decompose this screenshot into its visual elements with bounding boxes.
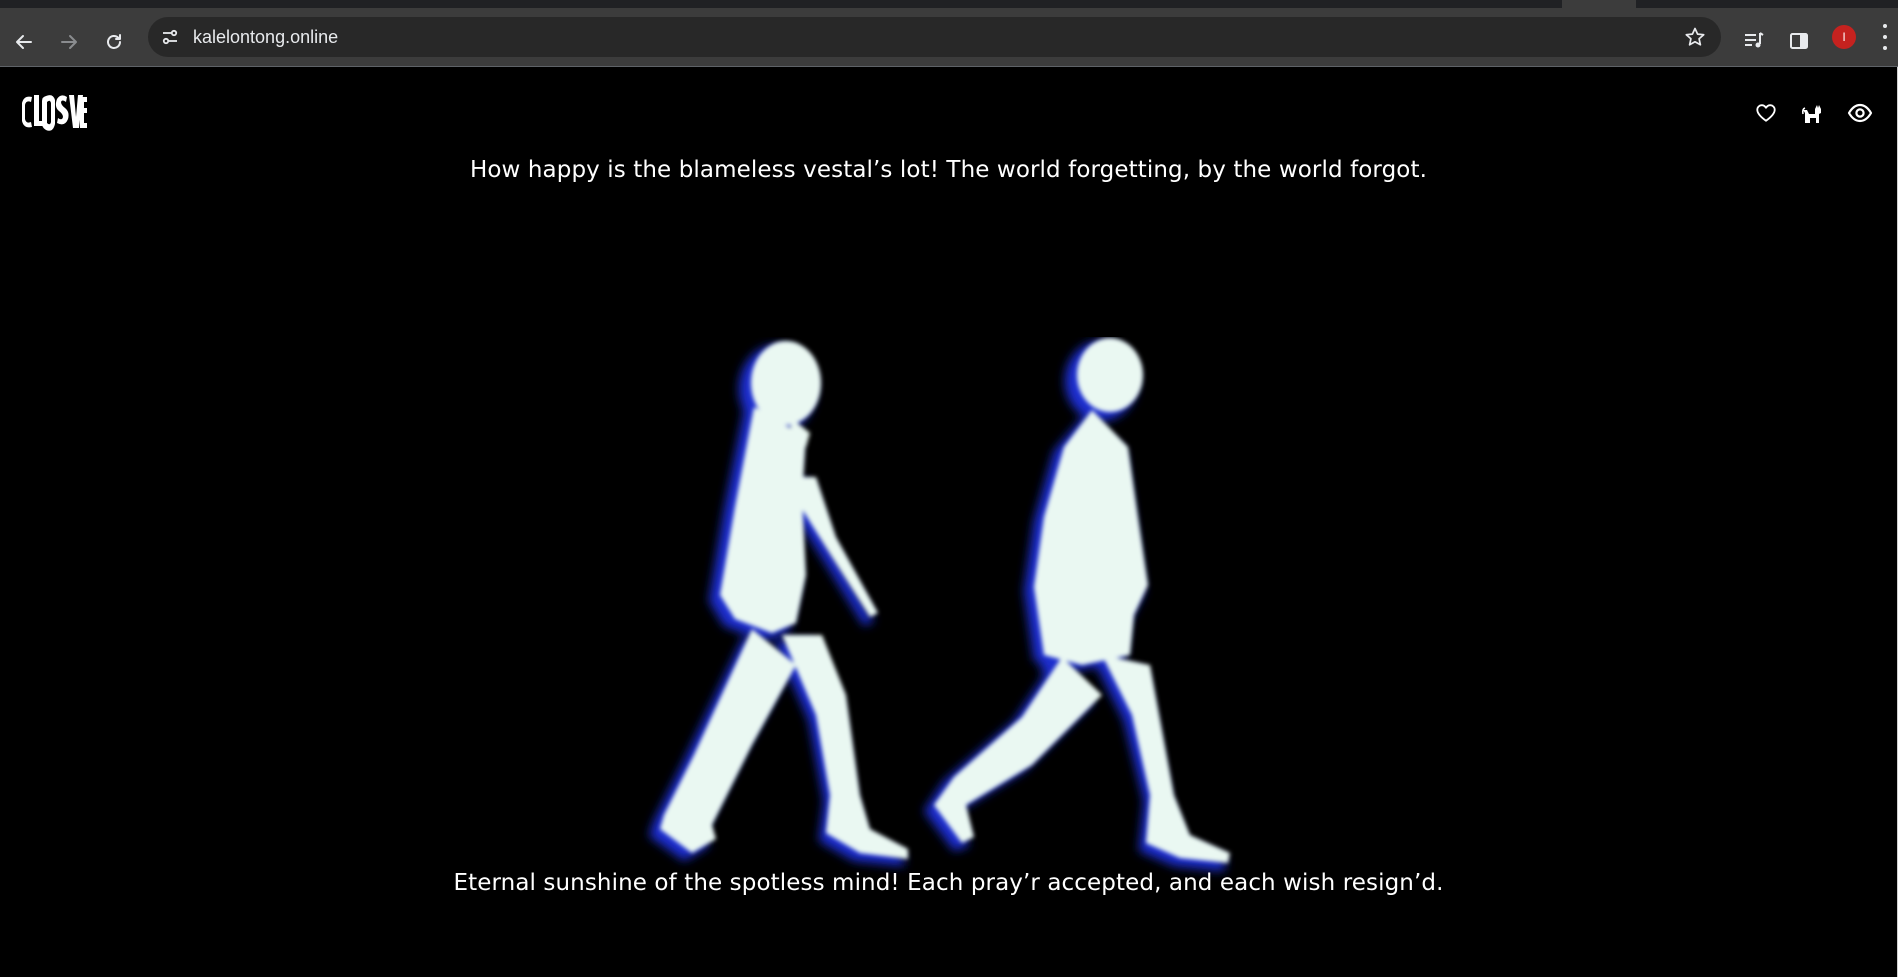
browser-menu-button[interactable] — [1880, 24, 1890, 50]
favorites-button[interactable] — [1752, 99, 1780, 127]
site-logo[interactable] — [20, 91, 88, 137]
quote-bottom: Eternal sunshine of the spotless mind! E… — [453, 870, 1444, 896]
heart-icon — [1756, 104, 1776, 122]
star-icon — [1685, 27, 1705, 46]
cat-button[interactable] — [1799, 99, 1827, 127]
active-tab-edge[interactable] — [1562, 0, 1636, 8]
reload-icon — [107, 34, 121, 49]
reload-button[interactable] — [94, 22, 134, 62]
kebab-dot — [1883, 35, 1887, 39]
closure-logo-icon — [22, 95, 87, 131]
browser-toolbar: kalelontong.online — [0, 8, 1898, 66]
arrow-left-icon — [16, 35, 32, 49]
kebab-menu-icon — [1883, 24, 1887, 28]
profile-avatar[interactable]: I — [1832, 25, 1856, 49]
quote-top: How happy is the blameless vestal’s lot!… — [469, 157, 1427, 183]
bookmark-button[interactable] — [1683, 25, 1707, 49]
tab-strip — [0, 0, 1898, 8]
url-text[interactable]: kalelontong.online — [193, 27, 338, 47]
back-button[interactable] — [4, 22, 44, 62]
woman-silhouette — [649, 341, 908, 866]
silhouettes-illustration — [649, 338, 1230, 871]
man-silhouette — [924, 338, 1230, 871]
site-info-button[interactable] — [158, 25, 182, 49]
cat-icon — [1801, 105, 1821, 123]
view-button[interactable] — [1846, 99, 1874, 127]
side-panel-icon — [1790, 33, 1808, 49]
forward-button[interactable] — [49, 22, 89, 62]
media-controls-button[interactable] — [1739, 26, 1769, 56]
kebab-dot — [1883, 46, 1887, 50]
side-panel-button[interactable] — [1784, 26, 1814, 56]
browser-chrome: kalelontong.online I — [0, 0, 1898, 67]
address-bar[interactable]: kalelontong.online — [148, 17, 1721, 57]
tune-icon — [162, 29, 178, 45]
arrow-right-icon — [61, 35, 77, 49]
page-content: How happy is the blameless vestal’s lot!… — [0, 67, 1897, 977]
eye-icon — [1847, 103, 1873, 123]
media-queue-icon — [1745, 32, 1764, 48]
hero-image-walking-silhouettes — [620, 337, 1280, 897]
